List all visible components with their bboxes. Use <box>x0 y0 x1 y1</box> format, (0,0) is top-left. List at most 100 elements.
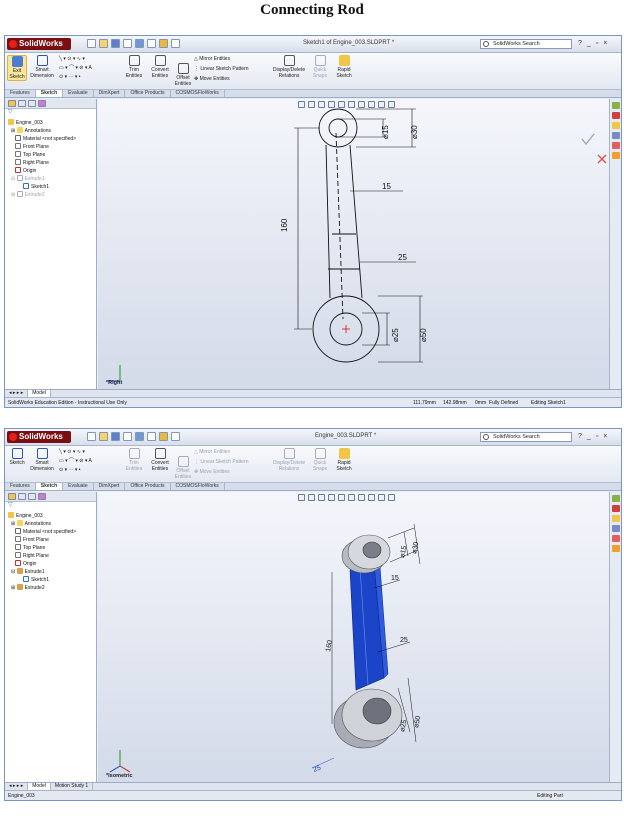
tab-cosmosfloworks[interactable]: COSMOSFloWorks <box>171 483 225 490</box>
close-button[interactable]: × <box>603 432 607 441</box>
tab-motion-study-1[interactable]: Motion Study 1 <box>51 783 94 790</box>
print-icon[interactable] <box>123 432 132 441</box>
convert-entities-button[interactable]: Convert Entities <box>147 55 173 79</box>
shape-tools-row[interactable]: ▭ ▾ ⌒ ▾ ⊘ ▾ A <box>59 65 92 72</box>
tree-item-part[interactable]: Engine_003 <box>8 119 43 127</box>
tab-model[interactable]: Model <box>28 390 51 397</box>
resources-icon[interactable] <box>612 102 620 109</box>
appearances-icon[interactable] <box>612 545 620 552</box>
dimxpert-manager-tab-icon[interactable] <box>38 100 46 107</box>
design-library-icon[interactable] <box>612 112 620 119</box>
file-explorer-icon[interactable] <box>612 122 620 129</box>
tree-item-right-plane[interactable]: Right Plane <box>15 552 49 560</box>
tree-item-front-plane[interactable]: Front Plane <box>15 536 49 544</box>
view-palette-icon[interactable] <box>612 142 620 149</box>
line-tools-row[interactable]: ╲ ▾ ⊙ ▾ ∿ ▾ <box>59 449 85 456</box>
rapid-sketch-button[interactable]: Rapid Sketch <box>333 448 355 472</box>
config-manager-tab-icon[interactable] <box>28 100 36 107</box>
linear-pattern-button[interactable]: ⋮ Linear Sketch Pattern <box>194 66 248 73</box>
nav-arrows[interactable]: ◂ ▸ ▸ ▸ <box>5 783 29 790</box>
tree-item-front-plane[interactable]: Front Plane <box>15 143 49 151</box>
new-document-icon[interactable] <box>87 39 96 48</box>
select-arrow-icon[interactable] <box>147 432 156 441</box>
tree-item-right-plane[interactable]: Right Plane <box>15 159 49 167</box>
minimize-button[interactable]: _ <box>587 39 591 48</box>
tree-item-part[interactable]: Engine_003 <box>8 512 43 520</box>
search-results-icon[interactable] <box>612 132 620 139</box>
tab-dimxpert[interactable]: DimXpert <box>94 90 126 97</box>
point-tools-row[interactable]: ⊙ ▾ ⋯ ▾ • <box>59 74 81 81</box>
feature-tree-tab-icon[interactable] <box>8 493 16 500</box>
file-explorer-icon[interactable] <box>612 515 620 522</box>
tree-item-annotations[interactable]: ⊞ Annotations <box>11 520 51 528</box>
graphics-area[interactable]: 160 15 25 ⌀15 ⌀30 ⌀25 ⌀50 25 *Isometric <box>98 492 610 782</box>
tab-office-products[interactable]: Office Products <box>125 483 171 490</box>
tab-evaluate[interactable]: Evaluate <box>63 90 94 97</box>
search-results-icon[interactable] <box>612 525 620 532</box>
tree-item-origin[interactable]: Origin <box>15 167 36 175</box>
tree-item-top-plane[interactable]: Top Plane <box>15 544 45 552</box>
mirror-entities-button[interactable]: △ Mirror Entities <box>194 56 230 63</box>
tree-item-extrude2[interactable]: ⊞ Extrude2 <box>11 191 45 199</box>
tab-office-products[interactable]: Office Products <box>125 90 171 97</box>
tree-item-origin[interactable]: Origin <box>15 560 36 568</box>
rapid-sketch-button[interactable]: Rapid Sketch <box>333 55 355 79</box>
graphics-area[interactable]: 160 15 25 ⌀15 ⌀30 ⌀25 ⌀50 *Right <box>98 99 610 389</box>
resources-icon[interactable] <box>612 495 620 502</box>
minimize-button[interactable]: _ <box>587 432 591 441</box>
convert-entities-button[interactable]: Convert Entities <box>147 448 173 472</box>
sketch-button[interactable]: Sketch <box>7 448 27 466</box>
tree-item-extrude1[interactable]: ⊟ Extrude1 <box>11 568 45 576</box>
smart-dimension-button[interactable]: Smart Dimension <box>29 55 55 79</box>
point-tools-row[interactable]: ⊙ ▾ ⋯ ▾ • <box>59 467 81 474</box>
select-arrow-icon[interactable] <box>147 39 156 48</box>
rebuild-icon[interactable] <box>159 39 168 48</box>
filter-icon[interactable]: ▽ <box>5 502 96 509</box>
tree-item-annotations[interactable]: ⊞ Annotations <box>11 127 51 135</box>
dimxpert-manager-tab-icon[interactable] <box>38 493 46 500</box>
nav-arrows[interactable]: ◂ ▸ ▸ ▸ <box>5 390 29 397</box>
open-folder-icon[interactable] <box>99 39 108 48</box>
tab-model[interactable]: Model <box>28 783 51 790</box>
tab-cosmosfloworks[interactable]: COSMOSFloWorks <box>171 90 225 97</box>
solidworks-logo-icon[interactable]: SolidWorks <box>7 38 71 50</box>
solidworks-logo-icon[interactable]: SolidWorks <box>7 431 71 443</box>
config-manager-tab-icon[interactable] <box>28 493 36 500</box>
open-folder-icon[interactable] <box>99 432 108 441</box>
save-icon[interactable] <box>111 39 120 48</box>
quick-snaps-button[interactable]: Quick Snaps <box>309 448 331 472</box>
new-document-icon[interactable] <box>87 432 96 441</box>
feature-tree-tab-icon[interactable] <box>8 100 16 107</box>
rebuild-icon[interactable] <box>159 432 168 441</box>
display-delete-relations-button[interactable]: Display/Delete Relations <box>271 448 307 472</box>
quick-snaps-button[interactable]: Quick Snaps <box>309 55 331 79</box>
tree-item-sketch1[interactable]: Sketch1 <box>23 576 49 584</box>
search-input[interactable]: SolidWorks Search <box>480 432 572 442</box>
restore-button[interactable]: ▫ <box>596 432 598 441</box>
save-icon[interactable] <box>111 432 120 441</box>
tab-features[interactable]: Features <box>5 90 36 97</box>
move-entities-button[interactable]: ✥ Move Entities <box>194 469 230 476</box>
smart-dimension-button[interactable]: Smart Dimension <box>29 448 55 472</box>
print-icon[interactable] <box>123 39 132 48</box>
filter-icon[interactable]: ▽ <box>5 109 96 116</box>
tab-sketch[interactable]: Sketch <box>35 90 64 97</box>
undo-icon[interactable] <box>135 432 144 441</box>
trim-entities-button[interactable]: Trim Entities <box>123 448 145 472</box>
tab-dimxpert[interactable]: DimXpert <box>94 483 126 490</box>
display-delete-relations-button[interactable]: Display/Delete Relations <box>271 55 307 79</box>
view-palette-icon[interactable] <box>612 535 620 542</box>
tab-evaluate[interactable]: Evaluate <box>63 483 94 490</box>
tree-item-extrude2[interactable]: ⊞ Extrude2 <box>11 584 45 592</box>
shape-tools-row[interactable]: ▭ ▾ ⌒ ▾ ⊘ ▾ A <box>59 458 92 465</box>
search-input[interactable]: SolidWorks Search <box>480 39 572 49</box>
trim-entities-button[interactable]: Trim Entities <box>123 55 145 79</box>
mirror-entities-button[interactable]: △ Mirror Entities <box>194 449 230 456</box>
tree-item-extrude1[interactable]: ⊟ Extrude1 <box>11 175 45 183</box>
offset-entities-button[interactable]: Offset Entities <box>173 456 193 480</box>
design-library-icon[interactable] <box>612 505 620 512</box>
help-button[interactable]: ? <box>578 39 582 48</box>
move-entities-button[interactable]: ✥ Move Entities <box>194 76 230 83</box>
property-manager-tab-icon[interactable] <box>18 100 26 107</box>
tab-sketch[interactable]: Sketch <box>35 483 64 490</box>
